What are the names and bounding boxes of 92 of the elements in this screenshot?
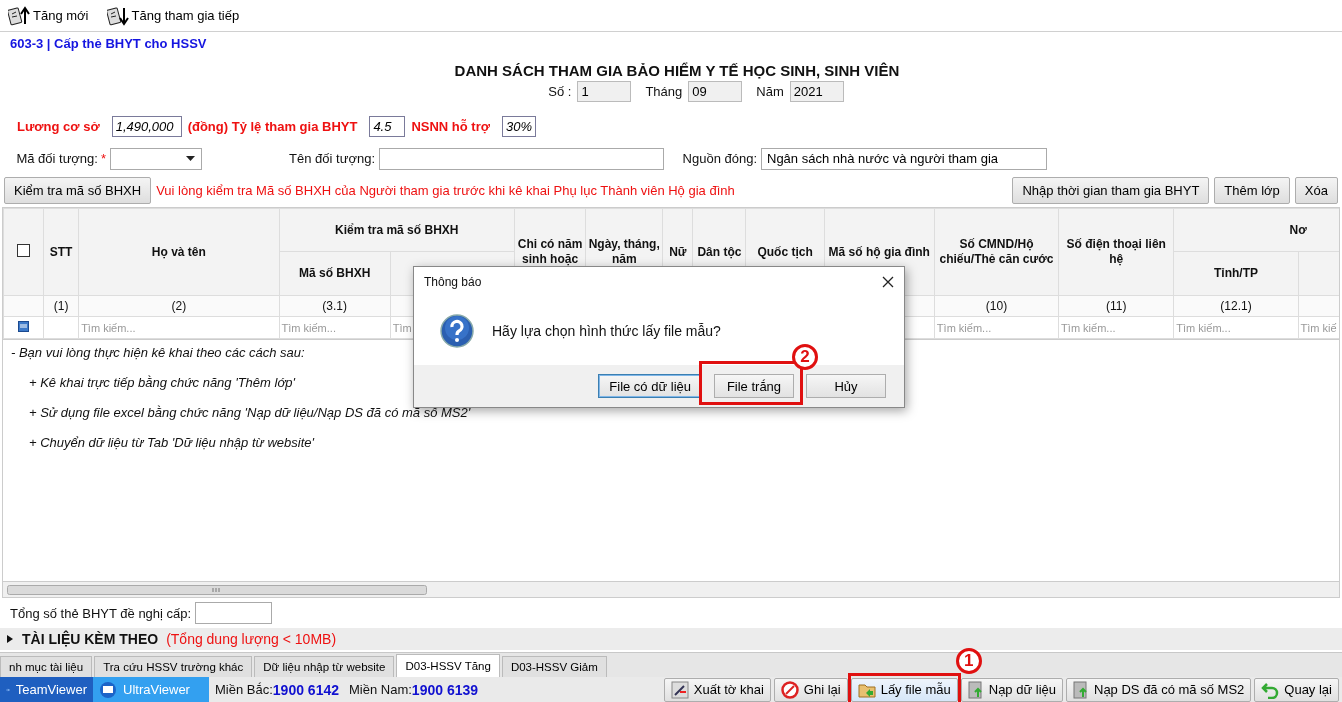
required-mark: * [100,151,106,166]
pen-icon [670,680,689,699]
column-number: (1) [53,299,69,313]
footer-button[interactable]: Nạp DS đã có mã số MS2 [1066,677,1252,702]
hotline-label: Miền Bắc: [215,682,273,697]
input-field[interactable]: 4.5 [369,116,406,137]
column-header: Nữ [669,244,687,259]
column-header: Mã số BHXH [299,266,371,280]
database-icon [1073,680,1089,699]
input-field[interactable]: 30% [501,116,536,137]
expand-icon[interactable] [6,634,14,644]
field-label: Lương cơ sở [17,119,100,134]
tab[interactable]: D03-HSSV Giảm [501,656,607,677]
tab[interactable]: Tra cứu HSSV trường khác [94,656,253,677]
card-down-arrow-icon [106,5,129,26]
dialog-button[interactable]: Hủy [806,374,886,398]
monitor-icon [99,680,117,699]
action-button[interactable]: Nhập thời gian tham gia BHYT [1012,177,1210,204]
column-number: (12.1) [1220,299,1252,313]
form-code: 603-3 | Cấp thẻ BHYT cho HSSV [9,35,208,51]
column-number: (3.1) [322,299,347,313]
input-field[interactable]: Ngân sách nhà nước và người tham gia [761,147,1047,170]
field-label: Số : [548,84,572,99]
database-icon [967,680,984,699]
column-header: Tỉnh/TP [1213,266,1258,280]
column-group-header: Nơ [1289,222,1307,237]
column-number: (11) [1106,299,1127,313]
footer-button[interactable]: Ghi lại [773,677,848,702]
question-icon [440,314,474,348]
horizontal-scrollbar[interactable] [7,584,427,595]
undo-arrow-icon [1261,680,1280,699]
input-field[interactable]: 1 [577,81,632,102]
column-number: (2) [171,299,187,313]
field-label: Năm [756,84,784,99]
remote-button[interactable]: TeamViewer [0,677,93,702]
column-group-header: Kiểm tra mã số BHXH [335,222,459,237]
column-header: Quốc tịch [757,244,813,259]
action-button[interactable]: Xóa [1294,177,1338,204]
field-label: Tên đối tượng: [289,151,375,166]
input-field[interactable]: 09 [688,81,743,102]
field-label: NSNN hỗ trợ [411,119,490,134]
card-up-arrow-icon [8,5,30,26]
instruction-text: - Bạn vui lòng thực hiện kê khai theo các cách sau: [11,345,305,360]
hotline-label: Miền Nam: [349,682,412,697]
footer-button[interactable]: Quay lại [1254,677,1339,702]
instruction-text: + Chuyển dữ liệu từ Tab 'Dữ liệu nhập từ website' [28,435,314,450]
input-field[interactable]: 1,490,000 [111,116,182,137]
warning-text: Vui lòng kiểm tra Mã số BHXH của Người tham gia trước khi kê khai Phụ lục Thành viên Hộ gia đình [156,183,736,198]
dialog-message: Hãy lựa chọn hình thức lấy file mẫu? [492,323,721,339]
field-label: (đồng) Tỷ lệ tham gia BHYT [187,119,358,134]
footer-button[interactable]: Lấy file mẫu [850,677,958,702]
check-button[interactable]: Kiểm tra mã số BHXH [4,177,152,204]
column-header: Chi có năm sinh hoặc [517,237,583,266]
section-title: TÀI LIỆU KÈM THEO [22,631,159,647]
dialog-button[interactable]: File trắng [714,374,794,398]
input-field[interactable] [195,602,273,624]
toolbar-button[interactable]: Tăng tham gia tiếp [106,5,240,26]
grid-menu-icon[interactable] [18,321,30,332]
field-label: Tháng [645,84,683,99]
hotline-number: 1900 6139 [411,681,479,698]
footer-button[interactable]: Nạp dữ liệu [960,677,1063,702]
action-button[interactable]: Thêm lớp [1214,177,1290,204]
close-icon[interactable] [882,276,894,288]
caret-icon [186,156,195,161]
column-number: (10) [985,299,1008,313]
input-field[interactable]: 2021 [789,81,844,102]
hotline-number: 1900 6142 [272,681,339,698]
column-header: Số điện thoại liên hệ [1066,237,1166,266]
list-title: DANH SÁCH THAM GIA BẢO HIỂM Y TẾ HỌC SINH, SINH VIÊN [453,62,901,79]
column-header: STT [49,244,73,259]
toolbar-button[interactable]: Tăng mới [8,5,89,26]
instruction-text: + Kê khai trực tiếp bằng chức năng 'Thêm lớp' [28,375,295,390]
dialog-button[interactable]: File có dữ liệu [598,374,702,398]
tab[interactable]: D03-HSSV Tăng [396,654,500,677]
column-header: Dân tộc [697,244,742,259]
disc-icon [780,680,799,699]
field-label: Mã đối tượng: [16,151,98,166]
tab[interactable]: Dữ liệu nhập từ website [254,656,395,677]
field-label: Tổng số thẻ BHYT đề nghị cấp: [10,605,192,621]
tab[interactable]: nh mục tài liệu [0,656,93,677]
input-field[interactable] [379,147,664,170]
footer-button[interactable]: Xuất tờ khai [663,677,771,702]
section-note: (Tổng dung lượng < 10MB) [166,631,337,647]
dialog-title: Thông báo [424,275,482,289]
select-all-checkbox[interactable] [17,243,31,257]
field-label: Nguồn đóng: [682,151,757,166]
column-header: Họ và tên [151,244,206,259]
step-badge: 2 [792,344,818,370]
column-header: Ngày, tháng, năm [588,237,660,266]
column-header: Số CMND/Hộ chiếu/Thẻ căn cước [939,237,1054,266]
instruction-text: + Sử dụng file excel bằng chức năng 'Nạp dữ liệu/Nạp DS đã có mã số MS2' [28,405,471,420]
column-header: Mã số hộ gia đình [828,244,930,259]
